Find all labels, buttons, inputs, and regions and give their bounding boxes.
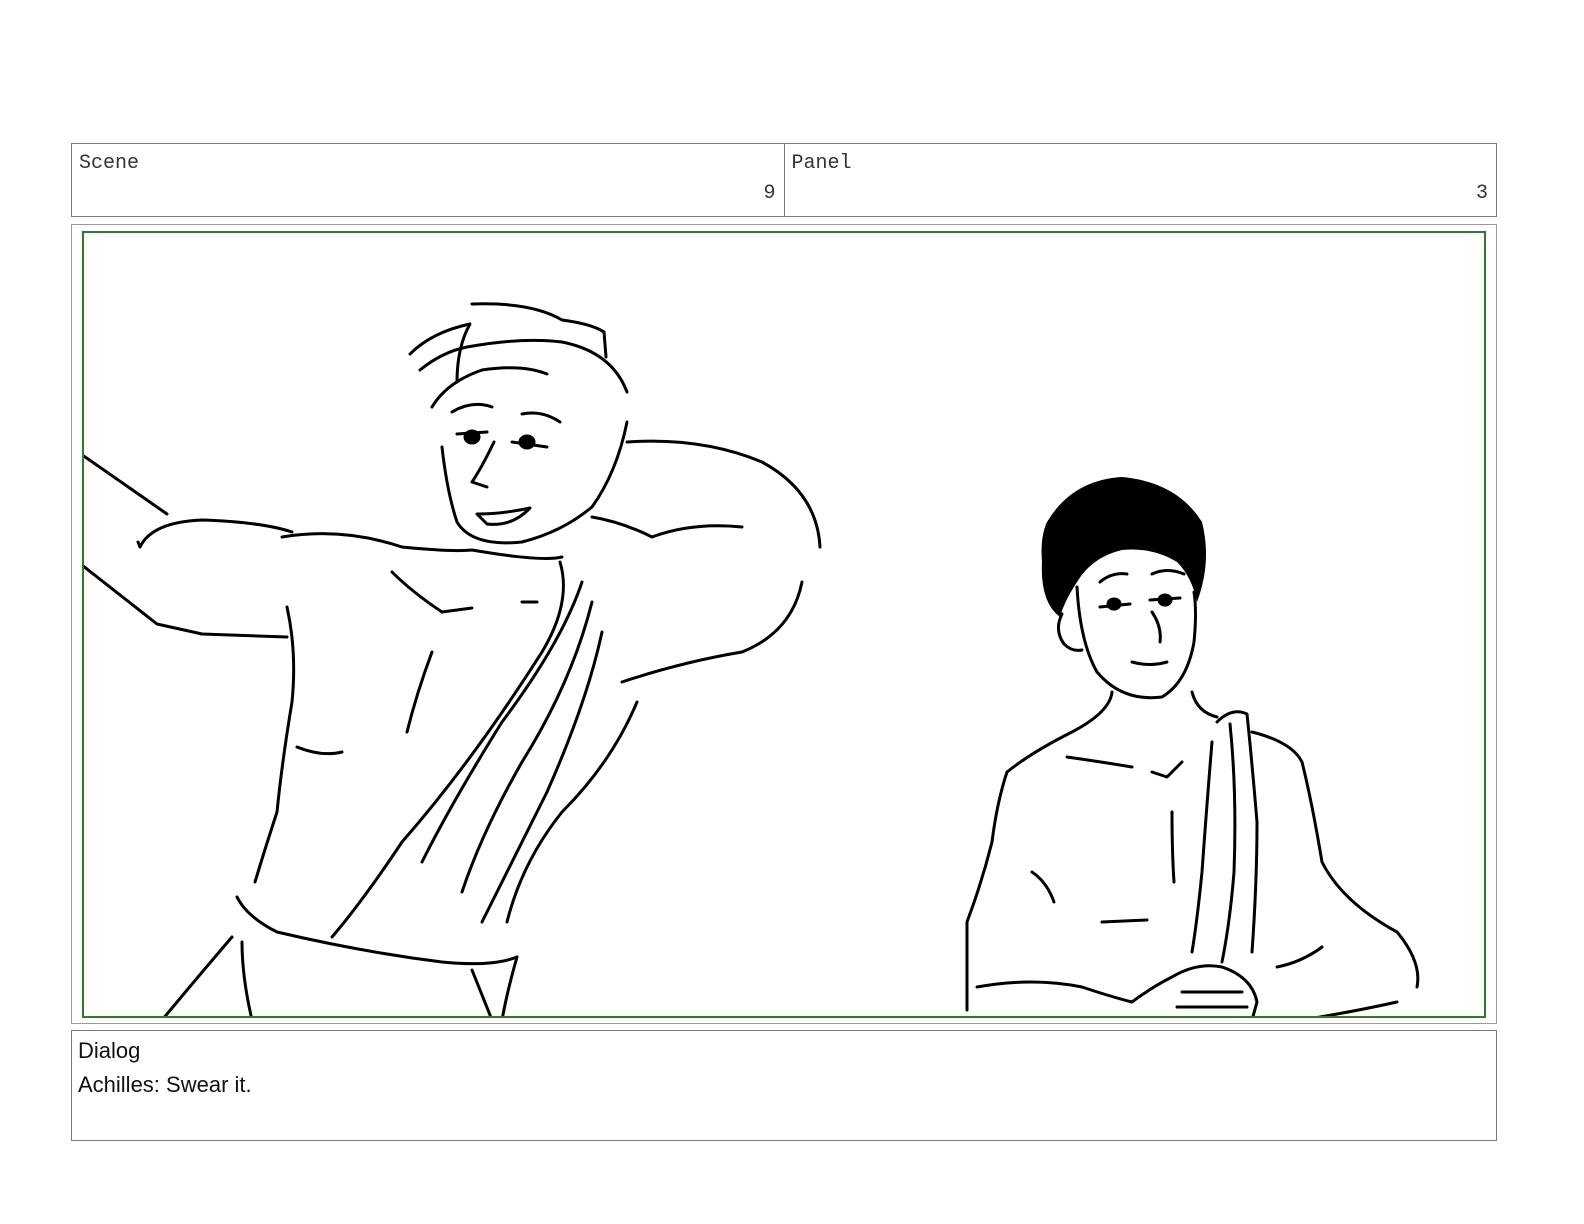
storyboard-sketch	[84, 302, 1420, 1016]
storyboard-header: Scene 9 Panel 3	[71, 143, 1497, 217]
dialog-box: Dialog Achilles: Swear it.	[71, 1030, 1497, 1141]
panel-frame	[82, 231, 1486, 1018]
dialog-text: Achilles: Swear it.	[78, 1072, 252, 1097]
panel-label: Panel	[791, 152, 852, 175]
dialog-label: Dialog	[78, 1038, 141, 1063]
scene-cell: Scene 9	[72, 144, 784, 216]
panel-cell: Panel 3	[783, 144, 1497, 216]
scene-number: 9	[763, 182, 776, 205]
scene-label: Scene	[79, 152, 140, 175]
panel-number: 3	[1475, 182, 1488, 205]
